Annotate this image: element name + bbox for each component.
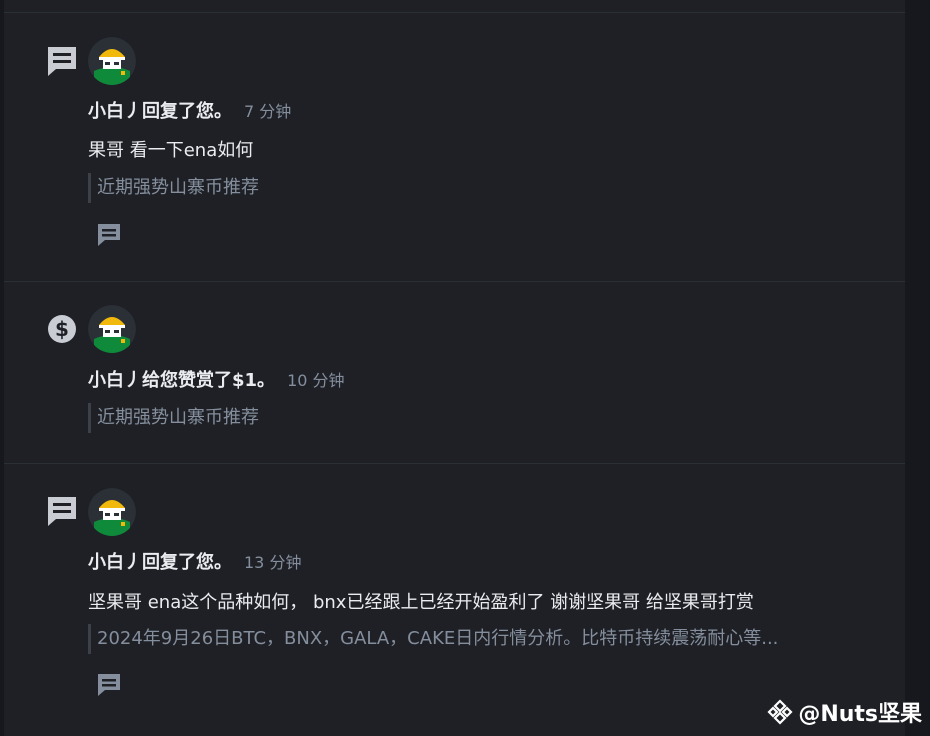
avatar <box>88 37 136 85</box>
avatar <box>88 305 136 353</box>
comment-text: 果哥 看一下ena如何 <box>88 140 254 161</box>
action-text: 给您赞赏了$1。 <box>142 370 276 391</box>
watermark-text: @Nuts坚果 <box>798 702 922 727</box>
avatar <box>88 488 136 536</box>
reply-icon[interactable] <box>96 672 122 698</box>
comment-icon <box>48 47 76 76</box>
quoted-post-link[interactable]: 近期强势山寨币推荐 <box>88 403 259 433</box>
svg-text:$: $ <box>55 317 69 341</box>
comment-text: 坚果哥 ena这个品种如何， bnx已经跟上已经开始盈利了 谢谢坚果哥 给坚果哥… <box>88 592 754 613</box>
binance-logo-icon <box>767 699 793 725</box>
quoted-post-link[interactable]: 2024年9月26日BTC，BNX，GALA，CAKE日内行情分析。比特币持续震… <box>88 624 778 654</box>
quoted-post-link[interactable]: 近期强势山寨币推荐 <box>88 173 259 203</box>
comment-icon <box>48 497 76 526</box>
notification-header: 小白丿回复了您。 13 分钟 <box>88 548 301 574</box>
notification-header: 小白丿回复了您。 7 分钟 <box>88 97 291 123</box>
notification-item[interactable]: 小白丿回复了您。 7 分钟 果哥 看一下ena如何 近期强势山寨币推荐 <box>4 12 905 282</box>
reply-icon[interactable] <box>96 222 122 248</box>
username[interactable]: 小白丿 <box>88 552 142 573</box>
action-text: 回复了您。 <box>142 552 232 573</box>
action-text: 回复了您。 <box>142 101 232 122</box>
watermark: @Nuts坚果 <box>766 696 922 728</box>
username[interactable]: 小白丿 <box>88 101 142 122</box>
notification-item[interactable]: $ 小白丿给您赞赏了$1。 10 分钟 近期强势山寨币推荐 <box>4 281 905 464</box>
timestamp: 7 分钟 <box>244 102 292 121</box>
dollar-icon: $ <box>48 315 76 343</box>
timestamp: 10 分钟 <box>287 371 345 390</box>
timestamp: 13 分钟 <box>244 553 302 572</box>
notification-header: 小白丿给您赞赏了$1。 10 分钟 <box>88 366 345 392</box>
username[interactable]: 小白丿 <box>88 370 142 391</box>
